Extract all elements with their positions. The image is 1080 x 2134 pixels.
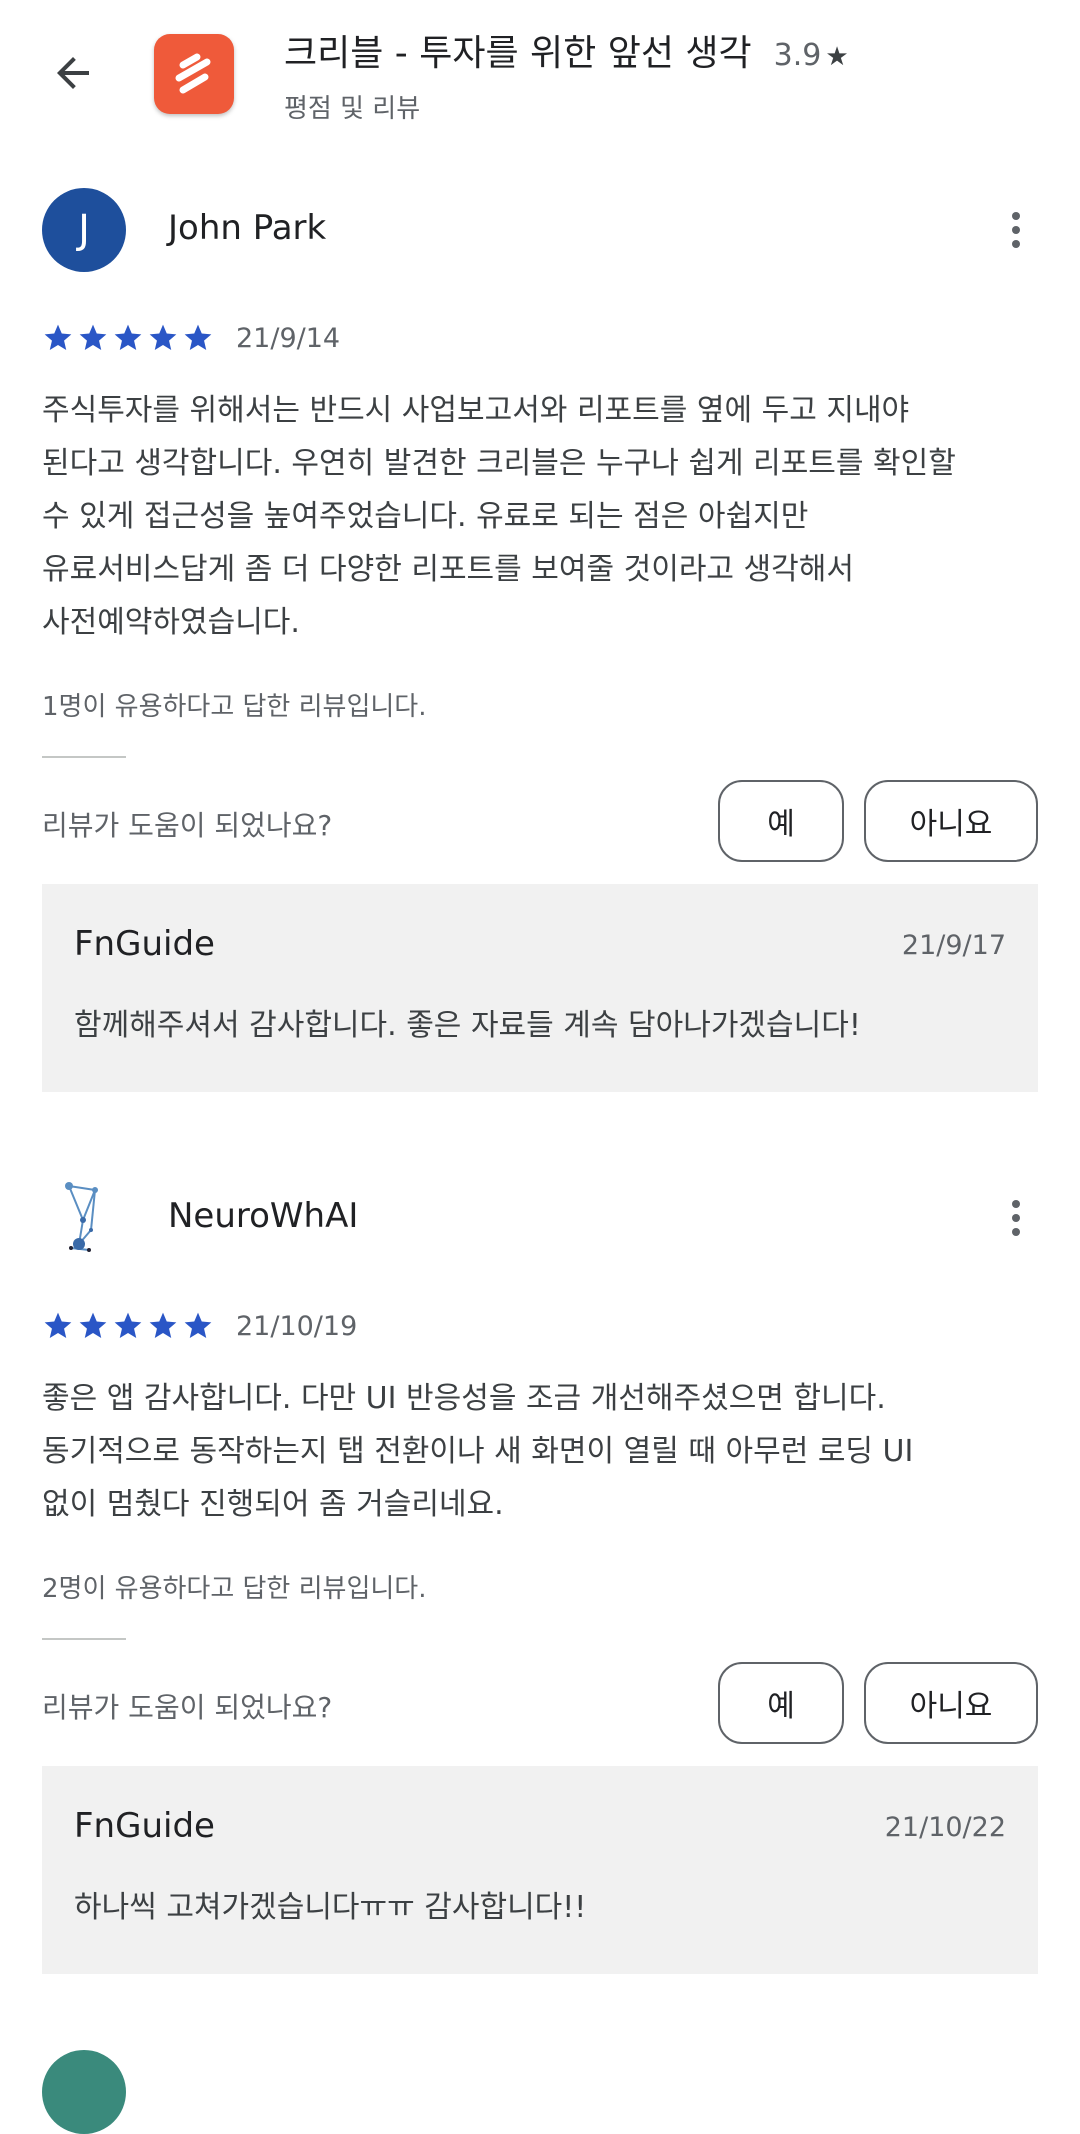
divider bbox=[42, 1638, 126, 1640]
helpful-question: 리뷰가 도움이 되었나요? bbox=[42, 1691, 333, 1724]
reply-text: 함께해주셔서 감사합니다. 좋은 자료들 계속 담아나가겠습니다! bbox=[74, 1008, 861, 1043]
helpful-no-button[interactable]: 아니요 bbox=[864, 780, 1038, 862]
review-text: 주식투자를 위해서는 반드시 사업보고서와 리포트를 옆에 두고 지내야 된다고… bbox=[42, 384, 1042, 649]
avatar-letter: J bbox=[78, 207, 90, 253]
helpful-yes-button[interactable]: 예 bbox=[718, 780, 844, 862]
star-icon bbox=[114, 1312, 142, 1338]
page-subtitle: 평점 및 리뷰 bbox=[284, 94, 421, 124]
network-avatar-icon bbox=[65, 1182, 98, 1252]
reply-date: 21/9/17 bbox=[901, 930, 1006, 961]
reviewer-name: John Park bbox=[168, 208, 327, 248]
developer-reply: FnGuide 21/9/17 함께해주셔서 감사합니다. 좋은 자료들 계속 … bbox=[42, 884, 1038, 1092]
review-text-line: 좋은 앱 감사합니다. 다만 UI 반응성을 조금 개선해주셨으면 합니다. bbox=[42, 1381, 886, 1416]
rating-row: 21/10/19 bbox=[42, 1310, 357, 1342]
app-header: 크리블 - 투자를 위한 앞선 생각 3.9 ★ 평점 및 리뷰 bbox=[0, 0, 1080, 150]
more-options-button[interactable] bbox=[994, 1188, 1038, 1248]
star-icon bbox=[184, 1312, 212, 1338]
star-icon bbox=[149, 324, 177, 350]
star-icon bbox=[79, 1312, 107, 1338]
helpful-question: 리뷰가 도움이 되었나요? bbox=[42, 809, 333, 842]
avatar bbox=[42, 1176, 126, 1260]
helpful-count: 1명이 유용하다고 답한 리뷰입니다. bbox=[42, 692, 427, 722]
helpful-count: 2명이 유용하다고 답한 리뷰입니다. bbox=[42, 1574, 427, 1604]
star-icon bbox=[184, 324, 212, 350]
review-text-line: 동기적으로 동작하는지 탭 전환이나 새 화면이 열릴 때 아무런 로딩 UI bbox=[42, 1434, 914, 1469]
review-text-line: 없이 멈췄다 진행되어 좀 거슬리네요. bbox=[42, 1487, 504, 1522]
developer-reply: FnGuide 21/10/22 하나씩 고쳐가겠습니다ㅠㅠ 감사합니다!! bbox=[42, 1766, 1038, 1974]
star-icon bbox=[44, 1312, 72, 1338]
app-icon bbox=[154, 34, 234, 114]
review-text-line: 된다고 생각합니다. 우연히 발견한 크리블은 누구나 쉽게 리포트를 확인할 bbox=[42, 446, 956, 481]
app-rating: 3.9 bbox=[773, 38, 822, 73]
divider bbox=[42, 756, 126, 758]
rating-star-icon: ★ bbox=[825, 42, 849, 72]
app-title: 크리블 - 투자를 위한 앞선 생각 3.9 ★ bbox=[284, 24, 849, 76]
helpful-yes-button[interactable]: 예 bbox=[718, 1662, 844, 1744]
review-date: 21/10/19 bbox=[236, 1310, 358, 1342]
review-text-line: 주식투자를 위해서는 반드시 사업보고서와 리포트를 옆에 두고 지내야 bbox=[42, 393, 910, 428]
star-icon bbox=[44, 324, 72, 350]
star-icon bbox=[149, 1312, 177, 1338]
back-button[interactable] bbox=[42, 42, 104, 104]
reply-author: FnGuide bbox=[74, 924, 215, 964]
more-options-button[interactable] bbox=[994, 200, 1038, 260]
review-text-line: 사전예약하였습니다. bbox=[42, 605, 300, 640]
review-text: 좋은 앱 감사합니다. 다만 UI 반응성을 조금 개선해주셨으면 합니다. 동… bbox=[42, 1372, 1042, 1531]
star-icon bbox=[114, 324, 142, 350]
review-text-line: 수 있게 접근성을 높여주었습니다. 유료로 되는 점은 아쉽지만 bbox=[42, 499, 809, 534]
reply-date: 21/10/22 bbox=[884, 1812, 1006, 1843]
rating-row: 21/9/14 bbox=[42, 322, 340, 354]
review-text-line: 유료서비스답게 좀 더 다양한 리포트를 보여줄 것이라고 생각해서 bbox=[42, 552, 854, 587]
reviewer-name: NeuroWhAI bbox=[168, 1196, 359, 1236]
avatar: J bbox=[42, 188, 126, 272]
avatar bbox=[42, 2050, 126, 2134]
app-name: 크리블 - 투자를 위한 앞선 생각 bbox=[284, 33, 752, 74]
arrow-back-icon bbox=[57, 57, 89, 89]
star-icon bbox=[79, 324, 107, 350]
review-date: 21/9/14 bbox=[236, 322, 341, 354]
reply-author: FnGuide bbox=[74, 1806, 215, 1846]
star-rating bbox=[42, 1310, 214, 1342]
star-rating bbox=[42, 322, 214, 354]
reply-text: 하나씩 고쳐가겠습니다ㅠㅠ 감사합니다!! bbox=[74, 1890, 587, 1925]
helpful-no-button[interactable]: 아니요 bbox=[864, 1662, 1038, 1744]
